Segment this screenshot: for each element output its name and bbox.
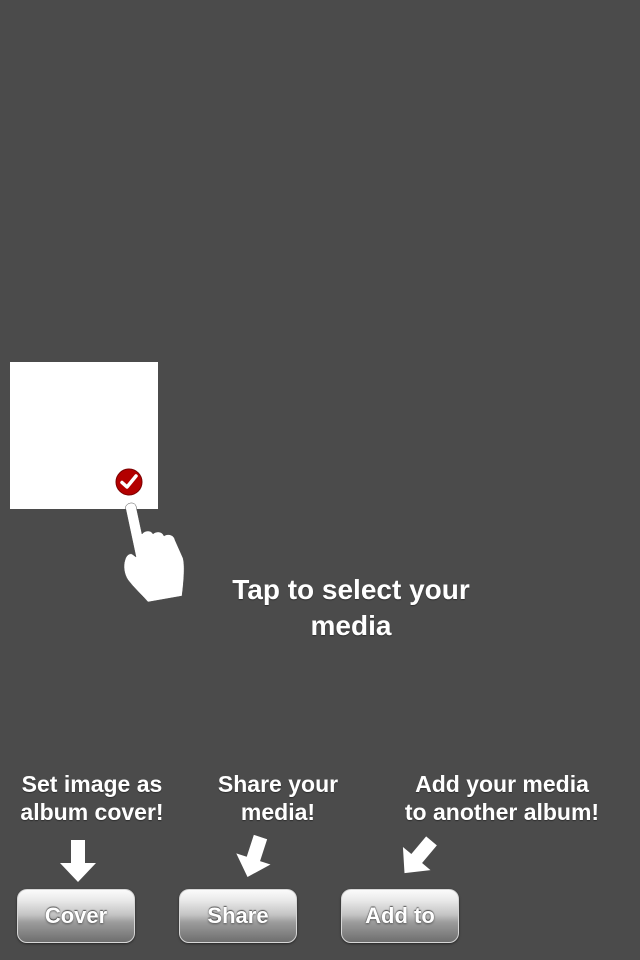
add-to-caption-line-2: to another album! bbox=[404, 799, 600, 825]
arrow-down-left-icon bbox=[402, 836, 437, 874]
hand-pointer-icon bbox=[123, 502, 185, 603]
cover-button[interactable]: Cover bbox=[17, 889, 135, 943]
share-caption: Share your media! bbox=[198, 770, 358, 826]
add-to-caption: Add your media to another album! bbox=[390, 770, 614, 826]
share-button[interactable]: Share bbox=[179, 889, 297, 943]
cover-caption-line-1: Set image as bbox=[21, 771, 163, 797]
cover-caption-line-2: album cover! bbox=[20, 799, 164, 825]
share-caption-line-2: media! bbox=[240, 799, 316, 825]
add-to-caption-line-1: Add your media bbox=[415, 771, 589, 797]
add-to-button[interactable]: Add to bbox=[341, 889, 459, 943]
arrow-down-icon bbox=[60, 840, 96, 882]
cover-caption: Set image as album cover! bbox=[4, 770, 180, 826]
checkmark-icon bbox=[114, 467, 144, 497]
select-media-hint: Tap to select your media bbox=[232, 574, 470, 641]
arrow-down-left-icon bbox=[236, 834, 271, 877]
share-caption-line-1: Share your bbox=[217, 771, 339, 797]
